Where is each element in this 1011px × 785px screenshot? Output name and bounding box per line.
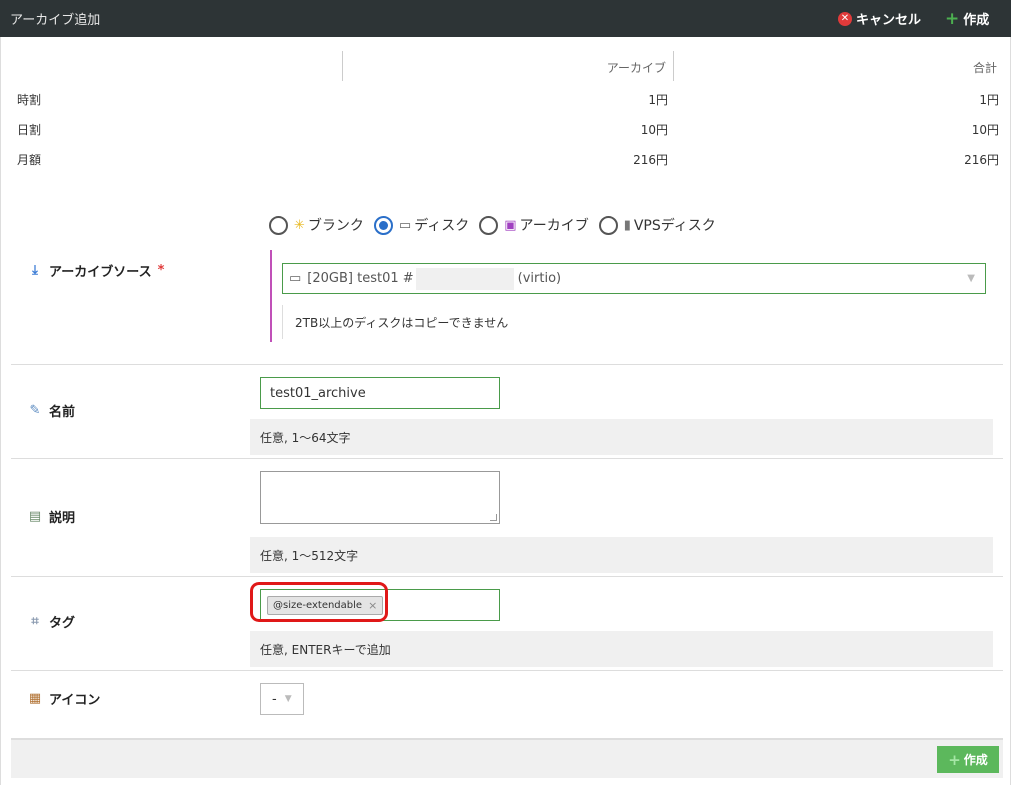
disk-icon: ▭ xyxy=(398,217,412,233)
price-row-label: 月額 xyxy=(17,153,42,167)
description-textarea[interactable] xyxy=(260,471,500,524)
download-icon: ⤓ xyxy=(32,263,38,278)
archive-source-label: ⤓ アーカイブソース * xyxy=(27,261,164,280)
redacted-id xyxy=(415,267,514,290)
disk-icon: ▭ xyxy=(289,271,302,286)
row-divider xyxy=(11,364,1003,365)
name-input[interactable]: test01_archive xyxy=(260,377,500,409)
cancel-icon: ✕ xyxy=(838,11,852,26)
plus-icon: + xyxy=(945,8,960,29)
name-help-text: 任意, 1～64文字 xyxy=(250,419,993,455)
name-label: ✎ 名前 xyxy=(27,401,75,420)
price-header-total: 合計 xyxy=(972,61,997,75)
dialog-footer: + 作成 xyxy=(11,738,1003,778)
annotation-highlight xyxy=(250,582,388,622)
icon-grid-icon: ▦ xyxy=(28,691,42,706)
description-help-text: 任意, 1～512文字 xyxy=(250,537,993,573)
price-table-divider xyxy=(673,51,674,81)
price-row: 時割 1円 1円 xyxy=(1,91,1011,113)
dialog-body: アーカイブ 合計 時割 1円 1円 日割 10円 10円 月額 216円 216… xyxy=(0,37,1011,785)
price-row-total: 10円 xyxy=(971,123,999,137)
cancel-button-label: キャンセル xyxy=(856,13,922,28)
archive-source-radio-group: ✳ ブランク ▭ ディスク ▣ アーカイブ ▮ VPSディスク xyxy=(269,215,726,235)
dialog-titlebar: アーカイブ追加 ✕ キャンセル + 作成 xyxy=(0,0,1011,37)
radio-disk[interactable]: ▭ ディスク xyxy=(373,215,469,235)
description-label: ▤ 説明 xyxy=(28,509,76,526)
price-row: 日割 10円 10円 xyxy=(1,121,1011,143)
radio-blank[interactable]: ✳ ブランク xyxy=(269,215,364,235)
radio-button[interactable] xyxy=(373,215,393,235)
tags-label: ⌗ タグ xyxy=(27,612,75,631)
price-header-archive: アーカイブ xyxy=(606,61,666,75)
chevron-down-icon: ▼ xyxy=(284,694,292,704)
tag-pen-icon: ✎ xyxy=(29,403,41,418)
tags-help-text: 任意, ENTERキーで追加 xyxy=(250,631,993,667)
source-help-text: 2TB以上のディスクはコピーできません xyxy=(282,305,508,339)
create-button-top[interactable]: + 作成 xyxy=(945,9,989,28)
icon-label: ▦ アイコン xyxy=(28,691,101,708)
cancel-button[interactable]: ✕ キャンセル xyxy=(838,9,921,28)
source-accent-bar xyxy=(270,250,272,342)
radio-button[interactable] xyxy=(479,215,499,235)
price-row-archive: 216円 xyxy=(633,153,668,167)
sparkle-icon: ✳ xyxy=(294,217,305,233)
floppy-icon: ▣ xyxy=(504,217,517,233)
notepad-icon: ▤ xyxy=(28,509,42,524)
price-row: 月額 216円 216円 xyxy=(1,151,1011,173)
price-row-archive: 1円 xyxy=(648,93,668,107)
row-divider xyxy=(11,670,1003,671)
plus-icon: + xyxy=(948,750,961,769)
price-row-label: 時割 xyxy=(17,93,42,107)
price-row-label: 日割 xyxy=(17,123,42,137)
radio-archive[interactable]: ▣ アーカイブ xyxy=(479,215,589,235)
server-icon: ▮ xyxy=(623,217,631,233)
radio-button[interactable] xyxy=(269,215,288,235)
chevron-down-icon: ▼ xyxy=(967,273,975,284)
icon-select[interactable]: - ▼ xyxy=(260,683,304,715)
price-table-divider xyxy=(342,51,343,81)
price-row-total: 1円 xyxy=(979,93,999,107)
required-mark: * xyxy=(157,263,165,278)
dialog-title: アーカイブ追加 xyxy=(10,13,101,28)
row-divider xyxy=(11,576,1003,577)
create-button-top-label: 作成 xyxy=(963,13,990,28)
source-disk-select[interactable]: ▭ [20GB] test01 # (virtio) ▼ xyxy=(282,263,986,294)
tag-icon: ⌗ xyxy=(31,614,39,629)
row-divider xyxy=(11,458,1003,459)
price-row-archive: 10円 xyxy=(640,123,668,137)
price-row-total: 216円 xyxy=(964,153,999,167)
radio-vps-disk[interactable]: ▮ VPSディスク xyxy=(598,215,716,235)
create-button[interactable]: + 作成 xyxy=(937,746,999,773)
radio-button[interactable] xyxy=(598,215,618,235)
